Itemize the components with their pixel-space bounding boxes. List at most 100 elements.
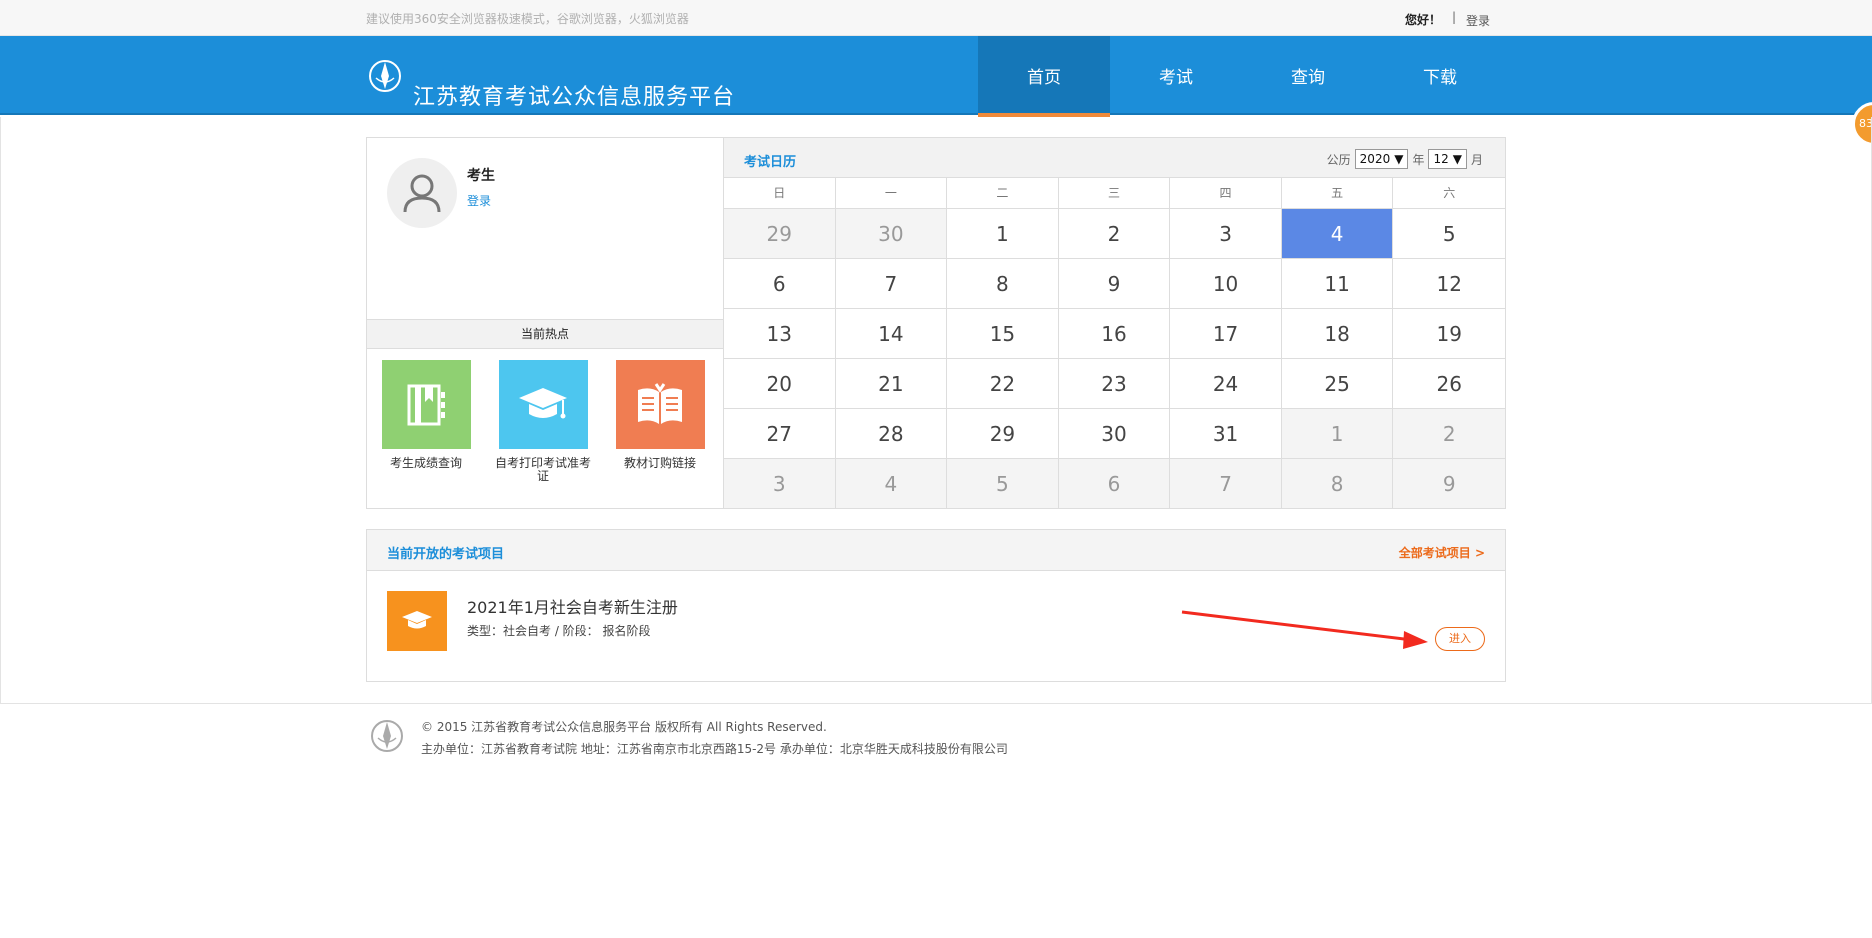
- calendar-day[interactable]: 2: [1058, 209, 1171, 259]
- nav-item-exam[interactable]: 考试: [1110, 36, 1242, 115]
- weekday-label: 六: [1443, 186, 1456, 200]
- top-bar: 建议使用360安全浏览器极速模式，谷歌浏览器，火狐浏览器 您好！ | 登录: [0, 0, 1872, 36]
- weekday-label: 二: [947, 178, 1059, 208]
- all-exams-link[interactable]: 全部考试项目 >: [1399, 544, 1485, 561]
- weekday-label: 三: [1059, 178, 1171, 208]
- calendar-day[interactable]: 9: [1058, 259, 1171, 309]
- calendar-day[interactable]: 30: [1058, 409, 1171, 459]
- hot-item-textbook-order[interactable]: 教材订购链接: [605, 360, 715, 470]
- calendar-day[interactable]: 30: [835, 209, 948, 259]
- weekday-row: 日 一 二 三 四 五 六: [724, 178, 1505, 209]
- calendar-day[interactable]: 6: [724, 259, 836, 309]
- graduation-cap-icon: [402, 611, 432, 629]
- hot-tile[interactable]: [615, 360, 705, 449]
- dropdown-arrow-icon: ▼: [1394, 152, 1404, 166]
- dropdown-arrow-icon: ▼: [1452, 152, 1462, 166]
- top-separator: |: [1452, 10, 1457, 24]
- calendar-day[interactable]: 7: [835, 259, 948, 309]
- user-login-link[interactable]: 登录: [467, 192, 491, 209]
- month-select[interactable]: 12 ▼: [1428, 149, 1467, 169]
- calendar-type-label: 公历: [1326, 152, 1351, 167]
- calendar-day[interactable]: 25: [1281, 359, 1394, 409]
- calendar-day[interactable]: 14: [835, 309, 948, 359]
- calendar-day[interactable]: 15: [947, 309, 1059, 359]
- site-logo-icon[interactable]: [367, 56, 403, 94]
- calendar-day[interactable]: 1: [1281, 409, 1394, 459]
- calendar-day[interactable]: 29: [724, 209, 836, 259]
- calendar-day[interactable]: 16: [1058, 309, 1171, 359]
- year-select[interactable]: 2020 ▼: [1354, 149, 1409, 169]
- weekday-label: 一: [836, 178, 948, 208]
- calendar-day[interactable]: 7: [1170, 459, 1282, 509]
- calendar-day[interactable]: 13: [724, 309, 836, 359]
- user-panel: 考生 登录 当前热点 考生成绩查询 自考打印考试准考证 教材订购链接: [366, 137, 724, 509]
- calendar-day[interactable]: 19: [1393, 309, 1505, 359]
- site-header: 江苏教育考试公众信息服务平台 首页 考试 查询 下载 83: [0, 36, 1872, 146]
- hot-tile[interactable]: [498, 360, 588, 449]
- calendar-day[interactable]: 17: [1170, 309, 1282, 359]
- weekday-label: 四: [1170, 178, 1282, 208]
- greeting-text: 您好！: [1405, 13, 1442, 27]
- calendar-day[interactable]: 6: [1058, 459, 1171, 509]
- calendar-day[interactable]: 27: [724, 409, 836, 459]
- footer-copyright: © 2015 江苏省教育考试公众信息服务平台 版权所有 All Rights R…: [421, 720, 827, 734]
- calendar-day[interactable]: 31: [1170, 409, 1282, 459]
- calendar-day[interactable]: 22: [947, 359, 1059, 409]
- calendar-day[interactable]: 10: [1170, 259, 1282, 309]
- nav-item-download[interactable]: 下载: [1374, 36, 1506, 115]
- hot-item-label: 自考打印考试准考证: [494, 456, 591, 483]
- main-nav: 首页 考试 查询 下载: [978, 36, 1506, 117]
- exam-calendar: 考试日历 公历 2020 ▼ 年 12 ▼ 月 日 一 二 三 四 五 六 29 30…: [724, 137, 1506, 509]
- calendar-day[interactable]: 18: [1281, 309, 1394, 359]
- calendar-day[interactable]: 2: [1393, 409, 1505, 459]
- calendar-day[interactable]: 8: [947, 259, 1059, 309]
- calendar-day[interactable]: 11: [1281, 259, 1394, 309]
- calendar-day[interactable]: 21: [835, 359, 948, 409]
- calendar-day[interactable]: 26: [1393, 359, 1505, 409]
- hot-item-score-query[interactable]: 考生成绩查询: [371, 360, 481, 470]
- day-grid: 29 30 1 2 3 4 5 6 7 8 9 10 11 12 13 14 15 16 17 18 19 20 21 22 2…: [724, 209, 1505, 509]
- calendar-day[interactable]: 5: [1393, 209, 1505, 259]
- hot-item-print-admission[interactable]: 自考打印考试准考证: [488, 360, 598, 483]
- calendar-day[interactable]: 8: [1281, 459, 1394, 509]
- hot-topics-title: 当前热点: [367, 319, 723, 349]
- exam-item-icon: [387, 591, 447, 651]
- browser-tip: 建议使用360安全浏览器极速模式，谷歌浏览器，火狐浏览器: [366, 12, 689, 26]
- graduation-cap-icon: [519, 387, 567, 418]
- open-exams-panel: 当前开放的考试项目 全部考试项目 > 2021年1月社会自考新生注册 类型：社会…: [366, 529, 1506, 682]
- nav-item-home[interactable]: 首页: [978, 36, 1110, 117]
- open-exams-title: 当前开放的考试项目: [387, 547, 505, 562]
- calendar-day[interactable]: 3: [1170, 209, 1282, 259]
- calendar-day[interactable]: 3: [724, 459, 836, 509]
- open-book-icon: [638, 382, 682, 424]
- hot-item-label: 考生成绩查询: [389, 456, 462, 470]
- footer-organizer: 主办单位：江苏省教育考试院 地址：江苏省南京市北京西路15-2号 承办单位：北京…: [421, 742, 1008, 756]
- calendar-day[interactable]: 12: [1393, 259, 1505, 309]
- weekday-label: 五: [1282, 178, 1394, 208]
- hot-tile[interactable]: [381, 360, 471, 449]
- exam-item-name[interactable]: 2021年1月社会自考新生注册: [467, 594, 678, 618]
- enter-button[interactable]: 进入: [1435, 627, 1485, 651]
- top-login-link[interactable]: 登录: [1466, 12, 1490, 29]
- calendar-day[interactable]: 20: [724, 359, 836, 409]
- calendar-day[interactable]: 23: [1058, 359, 1171, 409]
- month-unit: 月: [1470, 152, 1483, 167]
- calendar-day[interactable]: 29: [947, 409, 1059, 459]
- notebook-icon: [407, 384, 445, 425]
- user-icon: [403, 174, 441, 213]
- month-value: 12: [1433, 152, 1449, 166]
- site-title[interactable]: 江苏教育考试公众信息服务平台: [413, 79, 735, 111]
- calendar-title: 考试日历: [744, 155, 797, 170]
- calendar-day[interactable]: 1: [947, 209, 1059, 259]
- nav-item-query[interactable]: 查询: [1242, 36, 1374, 115]
- calendar-controls: 公历 2020 ▼ 年 12 ▼ 月: [1327, 149, 1483, 169]
- calendar-day[interactable]: 9: [1393, 459, 1505, 509]
- calendar-day[interactable]: 28: [835, 409, 948, 459]
- avatar: [387, 158, 457, 228]
- calendar-day[interactable]: 24: [1170, 359, 1282, 409]
- calendar-day[interactable]: 4: [835, 459, 948, 509]
- calendar-day[interactable]: 5: [947, 459, 1059, 509]
- exam-item-meta: 类型：社会自考 / 阶段： 报名阶段: [467, 624, 651, 638]
- calendar-day[interactable]: 4: [1281, 209, 1394, 259]
- year-value: 2020: [1359, 152, 1391, 166]
